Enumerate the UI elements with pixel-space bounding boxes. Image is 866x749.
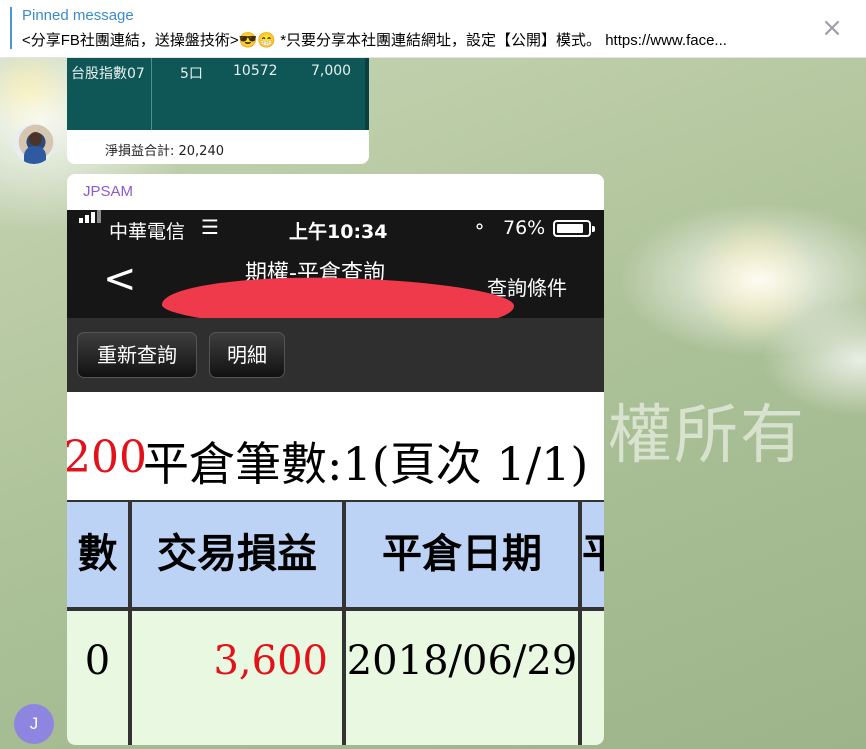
pinned-title: Pinned message bbox=[22, 7, 134, 24]
table-divider bbox=[151, 58, 152, 130]
net-pnl-total: 淨損益合計: 20,240 bbox=[105, 144, 224, 159]
app-nav-bar: < 期權-平倉查詢 查詢條件 bbox=[67, 246, 604, 335]
table-cell-price: 10572 bbox=[233, 63, 278, 79]
phone-status-bar: 中華電信 ☰ 上午10:34 ⚬ 76% bbox=[67, 210, 604, 246]
carrier-label: 中華電信 bbox=[109, 221, 186, 243]
summary-title: 平倉筆數:1(頁次 1/1) bbox=[143, 437, 589, 491]
requery-button: 重新查詢 bbox=[77, 332, 197, 378]
detail-button: 明細 bbox=[209, 332, 285, 378]
message-image-table[interactable]: 台股指數07 5口 10572 7,000 bbox=[67, 58, 369, 130]
table-header: 交易損益 bbox=[132, 502, 342, 607]
app-toolbar: 重新查詢 明細 bbox=[67, 318, 604, 392]
pinned-message-bar[interactable]: Pinned message <分享FB社團連結，送操盤技術>😎😁 *只要分享本… bbox=[0, 0, 866, 58]
table-header: 平倉日期 bbox=[346, 502, 578, 607]
summary-header: 200 平倉筆數:1(頁次 1/1) bbox=[67, 392, 604, 500]
rotation-lock-icon: ⚬ bbox=[472, 217, 488, 238]
table-header: 平 bbox=[582, 502, 604, 607]
pinned-accent-line bbox=[10, 7, 12, 49]
watermark-text: 權所有 bbox=[608, 399, 806, 473]
summary-amount: 200 bbox=[67, 432, 147, 483]
table-cell-name: 台股指數07 bbox=[71, 66, 145, 82]
table-cell-qty: 5口 bbox=[180, 66, 203, 82]
result-table: 數 交易損益 平倉日期 平 0 3,600 2018/06/29 bbox=[67, 500, 604, 745]
message-image-screenshot[interactable]: 中華電信 ☰ 上午10:34 ⚬ 76% < 期權-平倉查詢 查詢條件 重新查詢… bbox=[67, 210, 604, 745]
table-cell-date: 2018/06/29 bbox=[346, 611, 578, 745]
sender-name[interactable]: JPSAM bbox=[83, 183, 133, 200]
avatar[interactable]: J bbox=[14, 704, 54, 744]
message-bubble-previous[interactable]: 台股指數07 5口 10572 7,000 淨損益合計: 20,240 bbox=[67, 58, 369, 164]
table-header: 數 bbox=[67, 502, 128, 607]
message-bubble-jpsam[interactable]: JPSAM 中華電信 ☰ 上午10:34 ⚬ 76% < 期權-平倉查詢 查詢條… bbox=[67, 174, 604, 745]
avatar[interactable] bbox=[14, 124, 54, 164]
table-cell-pnl: 3,600 bbox=[132, 611, 342, 745]
table-cell: 0 bbox=[67, 611, 128, 745]
table-edge bbox=[365, 58, 369, 130]
table-cell bbox=[582, 611, 604, 745]
wifi-icon: ☰ bbox=[201, 215, 219, 239]
table-cell-pnl: 7,000 bbox=[311, 63, 352, 79]
status-time: 上午10:34 bbox=[289, 221, 388, 243]
close-icon[interactable]: × bbox=[818, 14, 846, 42]
pinned-text[interactable]: <分享FB社團連結，送操盤技術>😎😁 *只要分享本社團連結網址，設定【公開】模式… bbox=[22, 29, 822, 50]
battery-icon bbox=[553, 220, 595, 237]
back-icon: < bbox=[103, 256, 137, 302]
battery-percent: 76% bbox=[503, 217, 546, 239]
